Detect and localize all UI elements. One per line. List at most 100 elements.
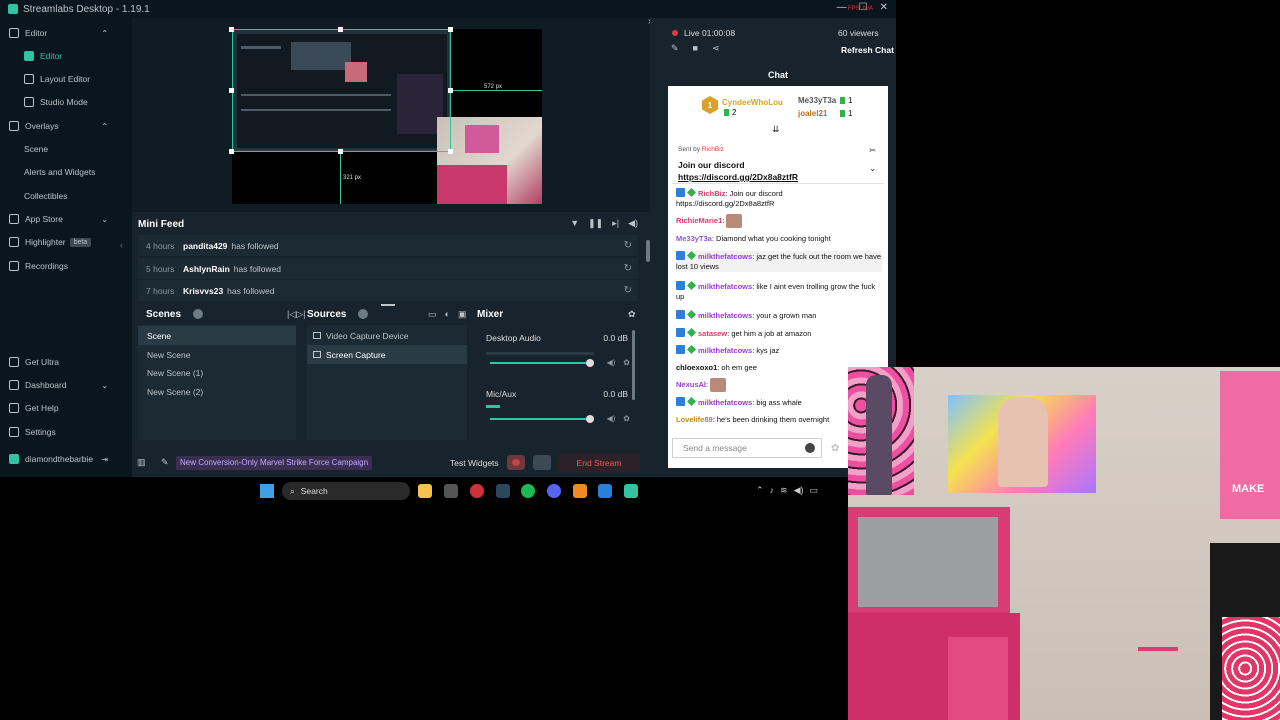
wifi-icon[interactable]: ≋ <box>780 485 788 496</box>
chevron-up-icon[interactable]: ⌃ <box>756 485 764 496</box>
source-settings-icon[interactable]: ▣ <box>458 309 467 320</box>
sidebar-item-dashboard[interactable]: Dashboard ⌄ <box>0 374 118 396</box>
sidebar-item-get-help[interactable]: Get Help <box>0 397 118 419</box>
scene-transition-icon[interactable]: |◁▷| <box>287 309 306 320</box>
chat-username[interactable]: milkthefatcows <box>698 252 752 261</box>
chat-username[interactable]: Lovelife89 <box>676 415 713 424</box>
source-item[interactable]: Video Capture Device <box>307 326 467 345</box>
scene-item[interactable]: New Scene (2) <box>138 382 296 401</box>
volume-slider[interactable] <box>490 359 594 367</box>
end-stream-button[interactable]: End Stream <box>558 453 640 472</box>
scene-item[interactable]: Scene <box>138 326 296 345</box>
skip-icon[interactable]: ▸| <box>612 218 619 229</box>
panel-resize-grip[interactable] <box>381 304 395 306</box>
sidebar-item-alerts-widgets[interactable]: Alerts and Widgets <box>0 161 118 183</box>
scene-item[interactable]: New Scene <box>138 345 296 364</box>
microphone-icon[interactable]: ♪ <box>770 485 775 496</box>
cloud-app-icon[interactable] <box>573 484 587 498</box>
refresh-chat-button[interactable]: Refresh Chat <box>841 45 894 55</box>
sidebar-item-editor-group[interactable]: Editor ⌃ <box>0 22 118 44</box>
pinned-link[interactable]: https://discord.gg/2Dx8a8ztfR <box>678 172 798 182</box>
sidebar-item-layout-editor[interactable]: Layout Editor <box>0 68 118 90</box>
filter-icon[interactable]: ▼ <box>570 218 579 229</box>
resize-handle[interactable] <box>338 149 343 154</box>
chat-settings-icon[interactable]: ✿ <box>831 443 839 454</box>
discord-icon[interactable] <box>547 484 561 498</box>
chat-username[interactable]: Me33yT3a <box>676 234 712 243</box>
resize-handle[interactable] <box>448 88 453 93</box>
open-dashboard-icon[interactable]: ■ <box>693 43 698 54</box>
sidebar-item-overlays[interactable]: Overlays ⌃ <box>0 115 118 137</box>
resize-handle[interactable] <box>229 27 234 32</box>
resize-handle[interactable] <box>229 149 234 154</box>
sidebar-item-app-store[interactable]: App Store ⌄ <box>0 208 118 230</box>
scene-item[interactable]: New Scene (1) <box>138 363 296 382</box>
sidebar-item-highlighter[interactable]: Highlighter beta <box>0 231 118 253</box>
speaker-icon[interactable]: ◀) <box>606 414 615 423</box>
volume-knob[interactable] <box>586 415 594 423</box>
share-icon[interactable]: ⋖ <box>712 43 720 54</box>
chat-username[interactable]: RichBiz <box>698 189 726 198</box>
chat-username[interactable]: milkthefatcows <box>698 398 752 407</box>
chat-username[interactable]: NexusAl <box>676 380 706 389</box>
sidebar-item-settings[interactable]: Settings <box>0 421 118 443</box>
resize-handle[interactable] <box>448 27 453 32</box>
edit-stream-icon[interactable]: ✎ <box>671 43 679 54</box>
app-icon[interactable] <box>598 484 612 498</box>
replay-icon[interactable]: ↻ <box>624 240 632 251</box>
file-explorer-icon[interactable] <box>418 484 432 498</box>
chevron-down-icon[interactable]: ⌄ <box>869 164 876 173</box>
add-scene-icon[interactable] <box>193 309 204 319</box>
minimize-icon[interactable]: — <box>837 2 847 13</box>
windows-start-icon[interactable] <box>260 484 274 498</box>
chat-link[interactable]: https://discord.gg/2Dx8a8ztfR <box>676 199 774 208</box>
sidebar-item-editor[interactable]: Editor <box>0 45 118 67</box>
app-icon[interactable] <box>444 484 458 498</box>
emote-picker-icon[interactable] <box>805 443 815 453</box>
selection-box[interactable] <box>232 29 451 152</box>
resize-handle[interactable] <box>448 149 453 154</box>
volume-knob[interactable] <box>586 359 594 367</box>
spotify-icon[interactable] <box>521 484 535 498</box>
campaign-link[interactable]: New Conversion-Only Marvel Strike Force … <box>176 456 373 470</box>
chat-input[interactable]: Send a message <box>672 438 822 458</box>
close-icon[interactable]: ✕ <box>880 2 888 13</box>
chat-username[interactable]: milkthefatcows <box>698 282 752 291</box>
sidebar-item-scene[interactable]: Scene <box>0 138 118 160</box>
leaderboard-expand-icon[interactable]: ⇊ <box>772 124 780 135</box>
sidebar-item-account[interactable]: diamondthebarbie ⇥ <box>0 448 118 470</box>
chat-username[interactable]: chloexoxo1 <box>676 363 717 372</box>
streamlabs-taskbar-icon[interactable] <box>624 484 638 498</box>
megaphone-icon[interactable]: ✎ <box>161 457 169 468</box>
pause-icon[interactable]: ❚❚ <box>588 218 603 229</box>
source-lock-icon[interactable]: ◐ <box>445 309 450 320</box>
gear-icon[interactable]: ✿ <box>623 358 630 367</box>
mixer-scrollbar[interactable] <box>632 330 635 400</box>
resize-handle[interactable] <box>338 27 343 32</box>
sidebar-item-recordings[interactable]: Recordings <box>0 255 118 277</box>
chat-username[interactable]: satasew <box>698 329 727 338</box>
source-folder-icon[interactable]: ▭ <box>428 309 437 320</box>
collapse-sidebar-icon[interactable]: ‹ <box>120 240 123 250</box>
sidebar-item-studio-mode[interactable]: Studio Mode <box>0 91 118 113</box>
record-button[interactable] <box>507 455 525 470</box>
chat-username[interactable]: milkthefatcows <box>698 311 752 320</box>
battery-icon[interactable]: ▭ <box>810 485 819 496</box>
speaker-icon[interactable]: ◀) <box>606 358 615 367</box>
resize-handle[interactable] <box>229 88 234 93</box>
opera-icon[interactable] <box>470 484 484 498</box>
performance-icon[interactable]: ▥ <box>137 457 146 468</box>
source-item[interactable]: Screen Capture <box>307 345 467 364</box>
sidebar-item-collectibles[interactable]: Collectibles <box>0 185 118 207</box>
gear-icon[interactable]: ✿ <box>623 414 630 423</box>
speaker-icon[interactable]: ◀) <box>794 485 804 496</box>
sidebar-item-get-ultra[interactable]: Get Ultra <box>0 351 118 373</box>
replay-icon[interactable]: ↻ <box>624 263 632 274</box>
replay-icon[interactable]: ↻ <box>624 285 632 296</box>
chat-username[interactable]: RichieMarie1 <box>676 216 722 225</box>
volume-slider[interactable] <box>490 415 594 423</box>
logout-icon[interactable]: ⇥ <box>101 455 108 464</box>
volume-icon[interactable]: ◀) <box>628 218 638 229</box>
taskbar-search[interactable]: ⌕ Search <box>282 482 410 500</box>
add-source-icon[interactable] <box>358 309 369 319</box>
